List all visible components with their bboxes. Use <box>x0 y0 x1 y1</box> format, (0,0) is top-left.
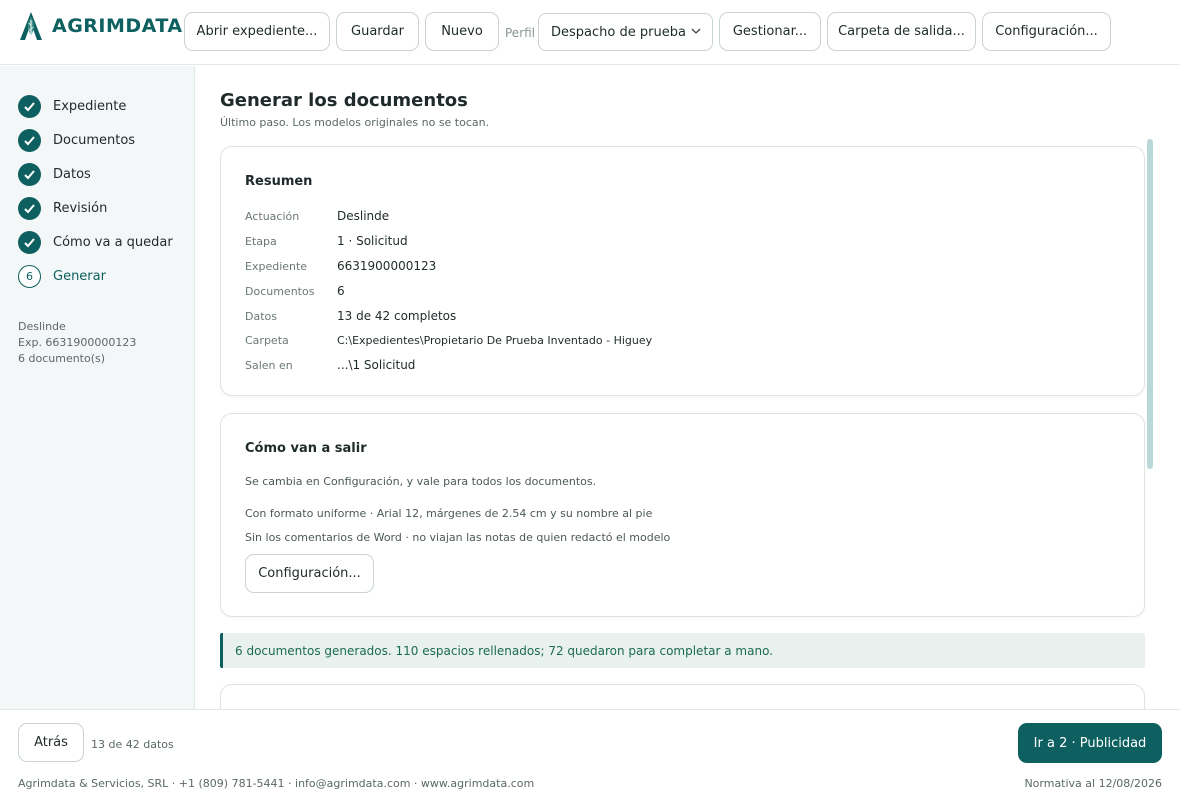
output-folder-button[interactable]: Carpeta de salida... <box>827 12 976 51</box>
configuration-button[interactable]: Configuración... <box>982 12 1111 51</box>
company-contact: Agrimdata & Servicios, SRL · +1 (809) 78… <box>18 777 535 790</box>
output-format-line: Con formato uniforme · Arial 12, márgene… <box>245 507 653 520</box>
summary-value: C:\Expedientes\Propietario De Prueba Inv… <box>337 333 653 347</box>
summary-row: Carpeta C:\Expedientes\Propietario De Pr… <box>245 332 652 348</box>
perfil-select-value: Despacho de prueba <box>551 24 686 40</box>
success-banner: 6 documentos generados. 110 espacios rel… <box>220 633 1145 668</box>
step-label: Expediente <box>53 98 127 114</box>
summary-key: Carpeta <box>245 333 289 347</box>
top-bar: AGRIMDATA Abrir expediente... Guardar Nu… <box>0 0 1180 65</box>
summary-row: Actuación Deslinde <box>245 208 389 224</box>
main-content: Generar los documentos Último paso. Los … <box>196 66 1180 710</box>
summary-value: ...\1 Solicitud <box>337 358 416 372</box>
output-config-button[interactable]: Configuración... <box>245 554 374 593</box>
logo: AGRIMDATA <box>18 11 183 41</box>
output-format-note: Se cambia en Configuración, y vale para … <box>245 475 597 488</box>
next-step-button[interactable]: Ir a 2 · Publicidad <box>1018 723 1162 763</box>
summary-row: Documentos 6 <box>245 283 345 299</box>
open-expediente-button[interactable]: Abrir expediente... <box>184 12 330 51</box>
check-icon <box>18 162 41 186</box>
new-button[interactable]: Nuevo <box>425 12 499 51</box>
check-icon <box>18 196 41 220</box>
step-expediente[interactable]: Expediente <box>18 94 126 118</box>
sidebar: Expediente Documentos Datos Revisión Cóm… <box>0 66 195 710</box>
summary-key: Datos <box>245 309 277 323</box>
summary-value: 6 <box>337 284 345 298</box>
check-icon <box>18 94 41 118</box>
summary-title: Resumen <box>245 174 313 189</box>
footer: Atrás 13 de 42 datos Ir a 2 · Publicidad… <box>0 709 1180 800</box>
normativa-date: Normativa al 12/08/2026 <box>1024 777 1162 790</box>
case-info: Deslinde Exp. 6631900000123 6 documento(… <box>18 319 136 367</box>
summary-row: Expediente 6631900000123 <box>245 258 436 274</box>
summary-value: 13 de 42 completos <box>337 309 457 323</box>
case-expediente: Exp. 6631900000123 <box>18 336 137 349</box>
step-revision[interactable]: Revisión <box>18 196 107 220</box>
step-label: Generar <box>53 268 106 284</box>
perfil-select[interactable]: Despacho de prueba <box>538 13 713 51</box>
step-label: Datos <box>53 166 91 182</box>
data-count: 13 de 42 datos <box>91 738 174 751</box>
summary-value: 6631900000123 <box>337 259 437 273</box>
case-documents-count: 6 documento(s) <box>18 352 106 365</box>
output-format-line: Sin los comentarios de Word · no viajan … <box>245 531 671 544</box>
manage-button[interactable]: Gestionar... <box>719 12 821 51</box>
summary-row: Datos 13 de 42 completos <box>245 308 456 324</box>
summary-key: Etapa <box>245 234 277 248</box>
step-documentos[interactable]: Documentos <box>18 128 135 152</box>
summary-key: Actuación <box>245 209 300 223</box>
summary-value: 1 · Solicitud <box>337 234 408 248</box>
summary-card: Resumen Actuación Deslinde Etapa 1 · Sol… <box>220 146 1145 396</box>
agrimdata-logo-icon <box>20 12 42 40</box>
step-generar[interactable]: 6 Generar <box>18 264 106 288</box>
check-icon <box>18 128 41 152</box>
output-format-title: Cómo van a salir <box>245 441 367 456</box>
summary-row: Etapa 1 · Solicitud <box>245 233 408 249</box>
step-label: Revisión <box>53 200 108 216</box>
step-como-va-a-quedar[interactable]: Cómo va a quedar <box>18 230 173 254</box>
summary-value: Deslinde <box>337 209 390 223</box>
case-actuacion: Deslinde <box>18 320 66 333</box>
summary-key: Documentos <box>245 284 315 298</box>
step-label: Documentos <box>53 132 136 148</box>
back-button[interactable]: Atrás <box>18 723 84 762</box>
step-label: Cómo va a quedar <box>53 234 173 250</box>
page-subtitle: Último paso. Los modelos originales no s… <box>220 116 490 129</box>
perfil-label: Perfil <box>505 26 536 40</box>
page-title: Generar los documentos <box>220 90 468 111</box>
summary-row: Salen en ...\1 Solicitud <box>245 357 415 373</box>
chevron-down-icon <box>691 28 701 34</box>
next-card <box>220 684 1145 710</box>
step-number: 6 <box>18 264 41 288</box>
step-datos[interactable]: Datos <box>18 162 91 186</box>
summary-key: Salen en <box>245 358 293 372</box>
brand-name: AGRIMDATA <box>52 15 183 37</box>
save-button[interactable]: Guardar <box>336 12 419 51</box>
check-icon <box>18 230 41 254</box>
output-format-card: Cómo van a salir Se cambia en Configurac… <box>220 413 1145 617</box>
summary-key: Expediente <box>245 259 308 273</box>
scrollbar[interactable] <box>1147 139 1153 469</box>
